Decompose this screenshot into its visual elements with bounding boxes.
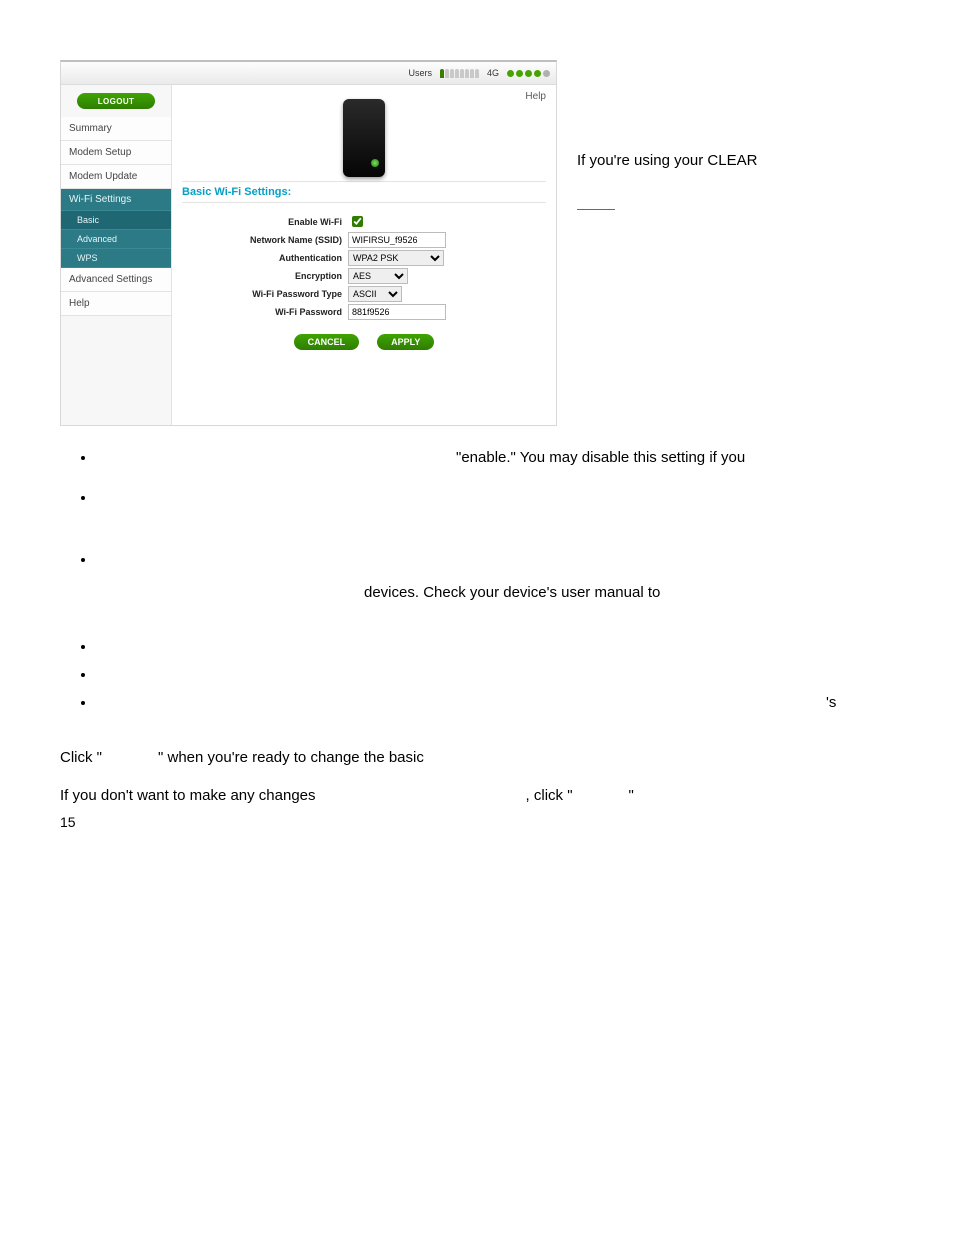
help-link[interactable]: Help: [525, 91, 546, 102]
label-pw: Wi-Fi Password: [182, 307, 348, 317]
users-icons: [440, 69, 479, 78]
label-auth: Authentication: [182, 253, 348, 263]
apply-button[interactable]: APPLY: [377, 334, 434, 350]
status-bar: Users 4G: [61, 62, 556, 85]
bullet-3-cont: devices. Check your device's user manual…: [364, 584, 660, 601]
ssid-input[interactable]: [348, 232, 446, 248]
bullet-2: [96, 484, 894, 512]
password-input[interactable]: [348, 304, 446, 320]
sidebar-sub-wps[interactable]: WPS: [61, 249, 171, 268]
device-led-icon: [371, 159, 379, 167]
sidebar-item-summary[interactable]: Summary: [61, 117, 171, 141]
bullet-4: [96, 633, 894, 661]
bullet-6: 's: [96, 689, 894, 717]
pwtype-select[interactable]: ASCII: [348, 286, 402, 302]
label-enable-wifi: Enable Wi-Fi: [182, 217, 348, 227]
sidebar-sub-advanced[interactable]: Advanced: [61, 230, 171, 249]
encryption-select[interactable]: AES: [348, 268, 408, 284]
sidebar-item-modem-setup[interactable]: Modem Setup: [61, 141, 171, 165]
bullet-3: [96, 546, 894, 574]
users-label: Users: [408, 68, 432, 78]
sidebar-item-wifi-settings[interactable]: Wi-Fi Settings: [61, 189, 171, 211]
caption-line-1: If you're using your CLEAR: [577, 150, 894, 173]
main-panel: Help Basic Wi-Fi Settings: Enable Wi-Fi …: [172, 85, 556, 425]
sidebar-item-advanced-settings[interactable]: Advanced Settings: [61, 268, 171, 292]
router-admin-screenshot: Users 4G LOGOUT Summary Modem Setup Mode…: [60, 60, 557, 426]
sidebar-item-modem-update[interactable]: Modem Update: [61, 165, 171, 189]
bullet-5: [96, 661, 894, 689]
cancel-button[interactable]: CANCEL: [294, 334, 360, 350]
section-title: Basic Wi-Fi Settings:: [182, 181, 546, 203]
device-image: [343, 99, 385, 177]
signal-dots: [507, 70, 550, 77]
sidebar: LOGOUT Summary Modem Setup Modem Update …: [61, 85, 172, 425]
signal-label: 4G: [487, 68, 499, 78]
label-enc: Encryption: [182, 271, 348, 281]
sidebar-item-help[interactable]: Help: [61, 292, 171, 316]
caption-link-fragment: [577, 209, 615, 210]
label-pwtype: Wi-Fi Password Type: [182, 289, 348, 299]
bullet-1: "enable." You may disable this setting i…: [96, 444, 894, 472]
label-ssid: Network Name (SSID): [182, 235, 348, 245]
wifi-form: Enable Wi-Fi Network Name (SSID) Authent…: [182, 213, 546, 350]
caption-block: If you're using your CLEAR: [557, 60, 894, 217]
logout-button[interactable]: LOGOUT: [77, 93, 155, 109]
paragraph-cancel: If you don't want to make any changes, c…: [60, 782, 894, 810]
document-body: "enable." You may disable this setting i…: [60, 444, 894, 810]
sidebar-group-wifi: Wi-Fi Settings Basic Advanced WPS: [61, 189, 171, 268]
sidebar-sub-basic[interactable]: Basic: [61, 211, 171, 230]
auth-select[interactable]: WPA2 PSK: [348, 250, 444, 266]
enable-wifi-checkbox[interactable]: [352, 216, 363, 227]
paragraph-apply: Click "" when you're ready to change the…: [60, 744, 894, 772]
page-number: 15: [60, 814, 76, 830]
